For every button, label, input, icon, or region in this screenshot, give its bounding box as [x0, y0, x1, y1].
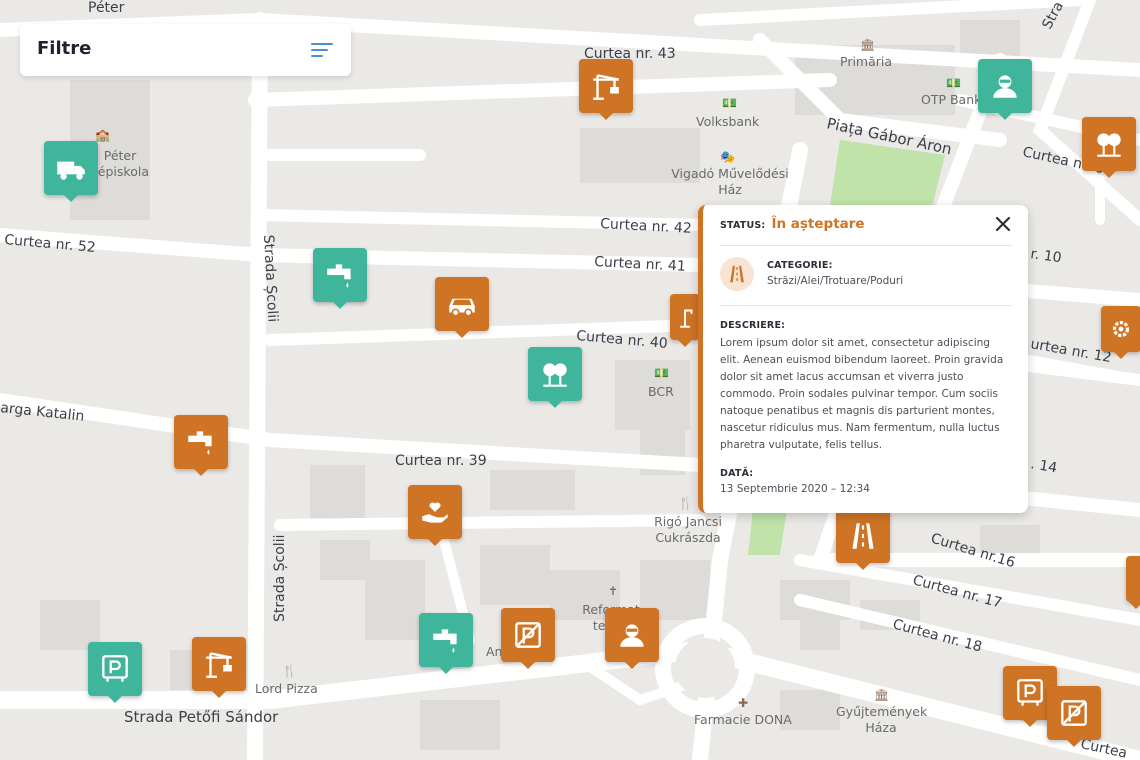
water-tap-icon [327, 264, 351, 288]
marker-crane-bottom[interactable] [192, 637, 246, 698]
marker-parking-left[interactable] [88, 642, 142, 703]
marker-person-bottom[interactable] [605, 608, 659, 669]
marker-car[interactable] [435, 277, 489, 338]
truck-icon [57, 161, 85, 180]
status-row: STATUS: În așteptare [720, 216, 982, 232]
hand-heart-icon [422, 502, 448, 523]
water-tap-icon [433, 629, 457, 653]
street-label-strada-petofi: Strada Petőfi Sándor [124, 708, 279, 726]
street-label-curtea-17: Curtea nr. 17 [911, 572, 1004, 611]
money-icon: 💵 [654, 366, 669, 380]
marker-parking-mid[interactable] [501, 608, 555, 669]
church-icon: ✝ [608, 584, 619, 598]
marker-tap-orange[interactable] [174, 415, 228, 476]
marker-tap-teal[interactable] [313, 248, 367, 309]
date-block: DATĂ: 13 Septembrie 2020 – 12:34 [720, 468, 870, 495]
crane-icon [593, 74, 619, 100]
poi-vigado: Vigadó Művelődési Ház [671, 166, 789, 197]
poi-lord-pizza: Lord Pizza [255, 681, 318, 696]
marker-crane-top[interactable] [579, 59, 633, 120]
street-label-curtea-41: Curtea nr. 41 [594, 254, 686, 275]
poi-otp: OTP Bank [921, 92, 982, 107]
status-value: În așteptare [771, 216, 865, 232]
category-value: Străzi/Alei/Trotuare/Poduri [767, 275, 904, 287]
street-label-curtea-18: Curtea nr. 18 [891, 616, 984, 655]
museum-icon: 🏛 [874, 688, 890, 702]
filter-icon[interactable] [311, 42, 333, 58]
street-label-strada-scolii-lower: Strada Școlii [272, 535, 288, 622]
street-label-curtea-39: Curtea nr. 39 [395, 453, 487, 469]
category-block: CATEGORIE: Străzi/Alei/Trotuare/Poduri [767, 260, 903, 287]
filter-panel[interactable]: Filtre [20, 24, 351, 76]
marker-lamp[interactable] [670, 294, 700, 347]
description-label: DESCRIERE: [720, 320, 786, 331]
gear-icon [1112, 320, 1130, 338]
school-icon: 🏫 [95, 128, 110, 142]
money-icon: 💵 [946, 76, 961, 90]
marker-trees-mid[interactable] [528, 347, 582, 408]
close-icon[interactable] [994, 215, 1012, 233]
marker-road-popup[interactable] [836, 509, 890, 570]
marker-gear-right[interactable] [1101, 306, 1140, 359]
report-popup: STATUS: În așteptare CATEGORIE: Străzi/A… [698, 205, 1028, 513]
bank-building-icon: 🏛 [860, 38, 876, 52]
marker-truck[interactable] [44, 141, 98, 202]
street-label-curtea-10: r. 10 [1029, 246, 1062, 266]
marker-hand-heart[interactable] [408, 485, 462, 546]
parking-icon [102, 655, 128, 682]
street-label-curtea-14: . 14 [1029, 456, 1058, 476]
roundabout-center [675, 638, 735, 698]
car-icon [449, 298, 475, 317]
poi-farmacie: Farmacie DONA [694, 712, 792, 727]
poi-an: An [486, 644, 503, 659]
poi-primaria: Primăria [840, 54, 893, 69]
pharmacy-icon: ✚ [738, 696, 749, 710]
marker-person-otp[interactable] [978, 59, 1032, 120]
person-icon [993, 75, 1017, 98]
filter-title: Filtre [37, 38, 92, 59]
road-icon [852, 523, 874, 549]
poi-bcr: BCR [648, 384, 674, 399]
money-icon: 💵 [722, 96, 737, 110]
description-value: Lorem ipsum dolor sit amet, consectetur … [720, 337, 1004, 451]
restaurant-icon: 🍴 [282, 664, 297, 678]
street-label-curtea-42: Curtea nr. 42 [600, 216, 692, 237]
street-lamp-icon [680, 309, 693, 328]
marker-tap-bottom[interactable] [419, 613, 473, 674]
description-block: DESCRIERE: Lorem ipsum dolor sit amet, c… [720, 320, 1012, 454]
poi-volksbank: Volksbank [696, 114, 760, 129]
poi-rigo: Rigó Jancsi Cukrászda [654, 514, 722, 545]
category-label: CATEGORIE: [767, 260, 833, 271]
marker-edge-right[interactable] [1126, 556, 1140, 609]
person-icon [620, 624, 644, 647]
water-tap-icon [188, 431, 212, 455]
no-parking-icon [515, 622, 541, 648]
marker-trees-right[interactable] [1082, 117, 1136, 178]
divider [720, 245, 1012, 246]
category-road-icon [720, 257, 754, 291]
status-label: STATUS: [720, 220, 766, 231]
poi-gyujtemenyek: Gyűjtemények Háza [836, 704, 928, 735]
street-label-peter: Péter [88, 0, 125, 16]
restaurant-icon: 🍴 [678, 496, 693, 510]
no-parking-icon [1061, 700, 1087, 726]
trees-icon [1097, 133, 1121, 157]
theater-icon: 🎭 [720, 150, 735, 164]
parking-icon [1017, 679, 1043, 706]
marker-parking-br2[interactable] [1047, 686, 1101, 747]
date-value: 13 Septembrie 2020 – 12:34 [720, 483, 870, 495]
date-label: DATĂ: [720, 468, 754, 479]
trees-icon [543, 363, 567, 387]
divider [720, 305, 1012, 306]
crane-icon [206, 652, 232, 678]
